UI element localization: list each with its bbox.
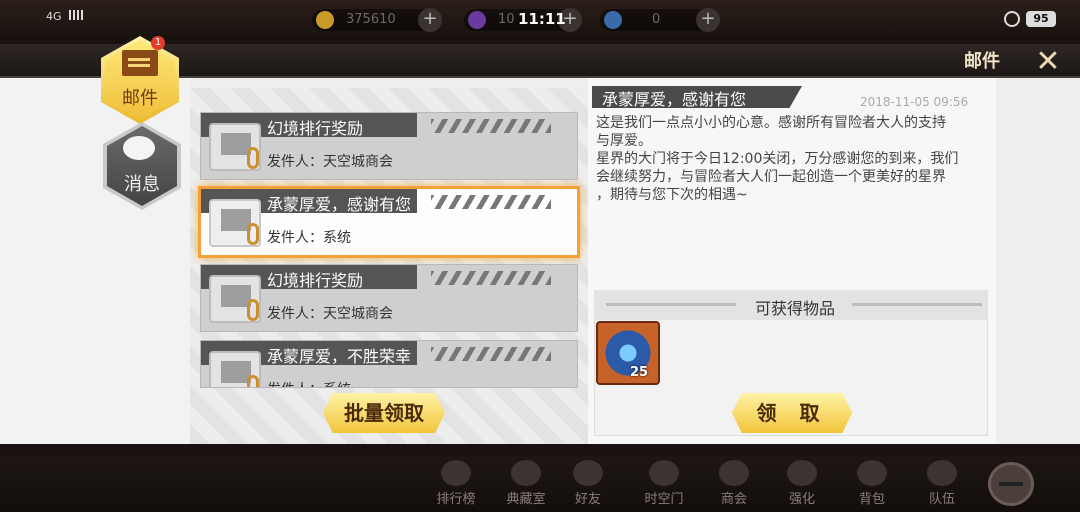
gold-amount: 375610 — [346, 12, 396, 27]
lock-icon — [1004, 11, 1020, 27]
trophy-icon — [441, 460, 471, 486]
mail-icon — [122, 50, 158, 76]
chat-icon — [123, 136, 155, 160]
body-line: 这是我们一点点小小的心意。感谢所有冒险者大人的支持 — [596, 115, 946, 131]
nav-portal[interactable]: 时空门 — [638, 460, 690, 507]
mail-item-selected[interactable]: 承蒙厚爱，感谢有您 发件人：系统 — [198, 186, 580, 258]
crystal-icon — [468, 11, 486, 29]
portal-icon — [649, 460, 679, 486]
paperclip-icon — [247, 375, 259, 387]
unread-badge: 1 — [151, 36, 165, 50]
rewards-title: 可获得物品 — [754, 299, 835, 318]
tab-mail-label: 邮件 — [122, 88, 158, 109]
card-pack-icon[interactable] — [596, 321, 660, 385]
bulk-claim-button[interactable]: 批量领取 — [323, 393, 445, 433]
gold-coin-icon — [316, 11, 334, 29]
network-status: 4G — [46, 10, 84, 23]
nav-team[interactable]: 队伍 — [916, 460, 968, 507]
add-gold-button[interactable]: + — [418, 8, 442, 32]
battery-indicator: 95 — [1026, 11, 1056, 27]
body-line: ，期待与您下次的相遇~ — [596, 187, 748, 203]
add-blue-button[interactable]: + — [696, 8, 720, 32]
clock: 11:11 — [518, 10, 566, 28]
detail-body: 这是我们一点点小小的心意。感谢所有冒险者大人的支持 与厚爱。 星界的大门将于今日… — [596, 114, 986, 204]
mail-sender: 发件人：天空城商会 — [267, 306, 393, 322]
blue-gem-icon — [604, 11, 622, 29]
mail-sender: 发件人：系统 — [267, 230, 351, 246]
collection-icon — [511, 460, 541, 486]
window-title: 邮件 — [964, 51, 1000, 72]
mail-item[interactable]: 幻境排行奖励 发件人：天空城商会 — [200, 112, 578, 180]
tab-message-label: 消息 — [124, 174, 160, 195]
mail-item[interactable]: 幻境排行奖励 发件人：天空城商会 — [200, 264, 578, 332]
hammer-icon — [787, 460, 817, 486]
paperclip-icon — [247, 223, 259, 245]
nav-leaderboard[interactable]: 排行榜 — [430, 460, 482, 507]
nav-friends[interactable]: 好友 — [562, 460, 614, 507]
nav-bag[interactable]: 背包 — [846, 460, 898, 507]
reward-count: 25 — [630, 365, 649, 380]
crystal-amount: 10 — [498, 12, 515, 27]
mail-title: 承蒙厚爱，不胜荣幸 — [267, 347, 412, 366]
team-icon — [927, 460, 957, 486]
body-line: 会继续努力，与冒险者大人们一起创造一个更美好的星界 — [596, 169, 946, 185]
signal-icon — [69, 10, 84, 20]
tab-column — [0, 78, 190, 444]
mail-sender: 发件人：系统 — [267, 379, 351, 387]
close-x-icon: ✕ — [1035, 44, 1061, 79]
blue-amount: 0 — [652, 12, 661, 27]
claim-button[interactable]: 领 取 — [732, 393, 852, 433]
paperclip-icon — [247, 147, 259, 169]
collapse-menu-button[interactable] — [988, 462, 1034, 506]
shop-icon — [719, 460, 749, 486]
bag-icon — [857, 460, 887, 486]
detail-title: 承蒙厚爱，感谢有您 — [602, 90, 747, 109]
mail-title: 承蒙厚爱，感谢有您 — [267, 195, 412, 214]
friends-icon — [573, 460, 603, 486]
network-label: 4G — [46, 10, 62, 23]
mail-sender: 发件人：天空城商会 — [267, 154, 393, 170]
nav-collection[interactable]: 典藏室 — [500, 460, 552, 507]
mail-title: 幻境排行奖励 — [267, 119, 364, 138]
mail-item[interactable]: 承蒙厚爱，不胜荣幸 发件人：系统 — [200, 340, 578, 388]
paperclip-icon — [247, 299, 259, 321]
nav-enhance[interactable]: 强化 — [776, 460, 828, 507]
detail-date: 2018-11-05 09:56 — [860, 95, 969, 109]
body-line: 星界的大门将于今日12:00关闭，万分感谢您的到来，我们 — [596, 151, 959, 167]
close-button[interactable]: ✕ — [1028, 46, 1068, 78]
nav-shop[interactable]: 商会 — [708, 460, 760, 507]
blue-currency: 0 + — [600, 8, 720, 32]
mail-title: 幻境排行奖励 — [267, 271, 364, 290]
gold-currency: 375610 + — [312, 8, 442, 32]
body-line: 与厚爱。 — [596, 133, 652, 149]
